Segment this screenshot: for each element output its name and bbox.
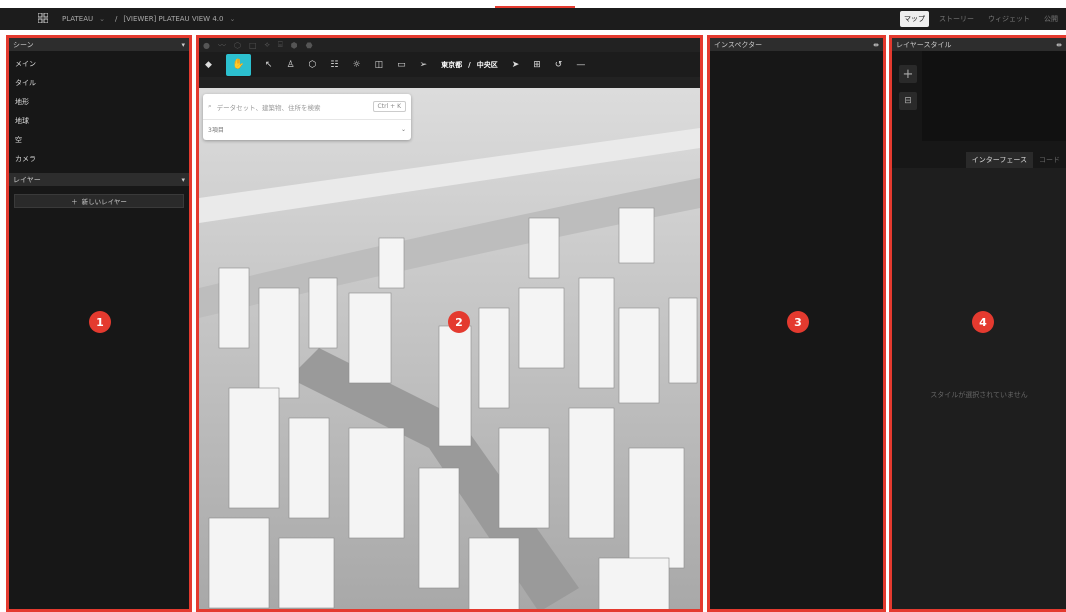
- sliders-icon[interactable]: ☷: [330, 60, 338, 70]
- scene-item-camera[interactable]: カメラ: [15, 150, 183, 169]
- map-scene: [199, 88, 700, 609]
- plateau-logo-icon: ◆: [205, 59, 212, 70]
- collapse-icon[interactable]: ⇼: [873, 41, 879, 49]
- layer-style-panel: レイヤースタイル ⇼ + ⊟ インターフェース コード スタイルが選択されていま…: [889, 35, 1066, 612]
- empty-style-message: スタイルが選択されていません: [930, 391, 1028, 399]
- scene-item-tiles[interactable]: タイル: [15, 74, 183, 93]
- new-layer-label: 新しいレイヤー: [81, 198, 127, 206]
- shape-icon[interactable]: ⟡: [265, 40, 270, 50]
- callout-badge-2: 2: [448, 311, 470, 333]
- tab-interface[interactable]: インターフェース: [965, 152, 1033, 168]
- extrude-icon[interactable]: ⬣: [306, 41, 313, 50]
- hand-tool-button[interactable]: ✋: [225, 53, 251, 76]
- minimize-icon[interactable]: —: [576, 60, 585, 70]
- scene-header[interactable]: シーン ▾: [9, 38, 189, 51]
- scene-item-globe[interactable]: 地球: [15, 112, 183, 131]
- map-add-icon[interactable]: ⊞: [533, 60, 541, 70]
- search-shortcut-badge: Ctrl + K: [372, 101, 406, 112]
- square-icon[interactable]: □: [249, 41, 257, 50]
- cube-view-icon[interactable]: ⬡: [309, 60, 317, 70]
- screenshot-icon[interactable]: ▭: [397, 60, 406, 70]
- tab-publish[interactable]: 公開: [1040, 11, 1062, 27]
- select-arrow-icon[interactable]: ↖: [265, 60, 273, 70]
- cube-icon[interactable]: ⬢: [291, 41, 298, 50]
- layer-style-header: レイヤースタイル ⇼: [892, 38, 1066, 51]
- search-input[interactable]: データセット、建築物、住所を検索: [217, 102, 321, 112]
- tab-code[interactable]: コード: [1033, 152, 1066, 168]
- project-breadcrumb[interactable]: PLATEAU: [62, 15, 93, 23]
- chevron-down-icon: ⌄: [229, 15, 236, 23]
- map-viewer-panel: ● 〰 ⬡ □ ⟡ ⌸ ⬢ ⬣ ◆ ✋ ↖ ♙ ⬡ ☷ ☼ ◫ ▭ ➢ 東京都 …: [196, 35, 703, 612]
- layer-title: レイヤー: [13, 175, 41, 184]
- polygon-icon[interactable]: ⬡: [234, 41, 241, 50]
- callout-badge-4: 4: [972, 311, 994, 333]
- inspector-panel: インスペクター ⇼ 3: [707, 35, 886, 612]
- search-row[interactable]: ⌕ データセット、建築物、住所を検索 Ctrl + K: [203, 94, 411, 120]
- layer-header[interactable]: レイヤー ▾: [9, 173, 189, 186]
- scene-list: メイン タイル 地形 地球 空 カメラ: [9, 51, 189, 173]
- chevron-down-icon: ⌄: [400, 125, 406, 133]
- scene-panel: シーン ▾ メイン タイル 地形 地球 空 カメラ レイヤー ▾ ＋ 新しいレイ…: [6, 35, 192, 612]
- apps-grid-icon[interactable]: [37, 12, 49, 25]
- prefecture-dropdown[interactable]: 東京都: [441, 60, 462, 70]
- callout-badge-3: 3: [787, 311, 809, 333]
- scene-item-terrain[interactable]: 地形: [15, 93, 183, 112]
- map-toolbar: ◆ ✋ ↖ ♙ ⬡ ☷ ☼ ◫ ▭ ➢ 東京都 / 中央区 ➤ ⊞ ↺ —: [199, 52, 700, 77]
- dataset-count-row[interactable]: 3項目 ⌄: [203, 120, 411, 138]
- cylinder-icon[interactable]: ⌸: [278, 40, 283, 50]
- city-3d-map[interactable]: [199, 88, 700, 609]
- new-layer-button[interactable]: ＋ 新しいレイヤー: [14, 194, 184, 208]
- dataset-count: 3項目: [208, 126, 224, 134]
- plus-icon: ＋: [71, 198, 78, 206]
- inspector-header: インスペクター ⇼: [710, 38, 883, 51]
- scene-item-main[interactable]: メイン: [15, 55, 183, 74]
- caret-down-icon: ▾: [181, 175, 185, 184]
- sun-icon[interactable]: ☼: [352, 60, 360, 70]
- layer-style-title: レイヤースタイル: [896, 40, 952, 49]
- tab-story[interactable]: ストーリー: [935, 11, 978, 27]
- callout-badge-1: 1: [89, 311, 111, 333]
- scene-item-sky[interactable]: 空: [15, 131, 183, 150]
- style-editor: スタイルが選択されていません: [892, 168, 1066, 609]
- collapse-icon[interactable]: ⇼: [1056, 41, 1062, 49]
- dot-icon[interactable]: ●: [203, 41, 210, 50]
- location-separator: /: [468, 60, 471, 69]
- rotate-icon[interactable]: ↺: [555, 60, 563, 70]
- breadcrumb-separator: /: [115, 15, 118, 23]
- location-breadcrumb: 東京都 / 中央区: [441, 60, 498, 70]
- viewer-breadcrumb[interactable]: [VIEWER] PLATEAU VIEW 4.0: [123, 15, 223, 23]
- caret-down-icon: ▾: [181, 40, 185, 49]
- split-view-icon[interactable]: ◫: [375, 60, 384, 70]
- navigate-icon[interactable]: ➤: [512, 60, 520, 70]
- style-list: [922, 51, 1066, 141]
- draw-toolbar: ● 〰 ⬡ □ ⟡ ⌸ ⬢ ⬣: [199, 38, 700, 52]
- share-icon[interactable]: ➢: [420, 60, 428, 70]
- style-tabs: インターフェース コード: [892, 152, 1066, 168]
- chevron-down-icon: ⌄: [99, 15, 106, 23]
- inspector-title: インスペクター: [714, 40, 763, 49]
- scene-title: シーン: [13, 40, 34, 49]
- search-icon: ⌕: [208, 102, 212, 110]
- pedestrian-icon[interactable]: ♙: [286, 60, 294, 70]
- tab-map[interactable]: マップ: [900, 11, 929, 27]
- top-bar: PLATEAU ⌄ / [VIEWER] PLATEAU VIEW 4.0 ⌄ …: [0, 8, 1066, 30]
- ward-dropdown[interactable]: 中央区: [477, 60, 498, 70]
- tab-widget[interactable]: ウィジェット: [984, 11, 1034, 27]
- polyline-icon[interactable]: 〰: [218, 40, 226, 51]
- search-card: ⌕ データセット、建築物、住所を検索 Ctrl + K 3項目 ⌄: [203, 94, 411, 140]
- remove-style-button[interactable]: ⊟: [899, 92, 917, 110]
- add-style-button[interactable]: +: [899, 65, 917, 83]
